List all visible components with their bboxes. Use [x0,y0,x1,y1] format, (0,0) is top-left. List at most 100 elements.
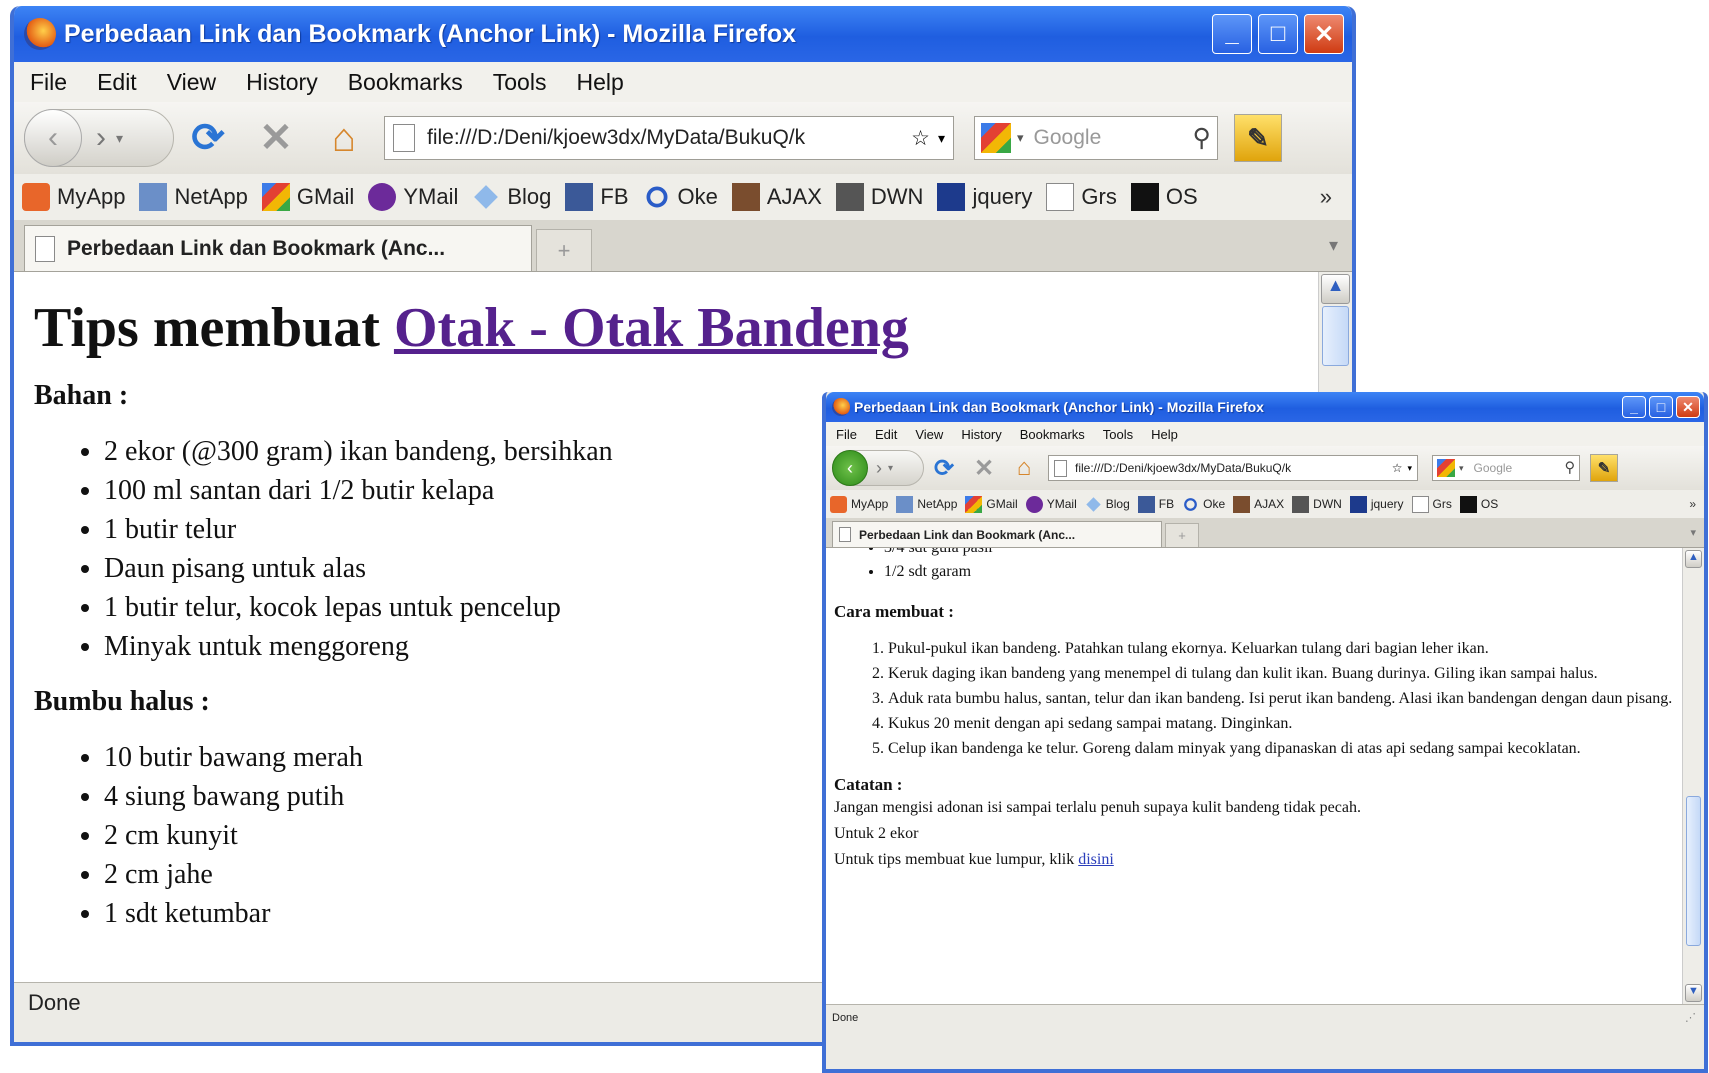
back-button[interactable]: ‹ [832,450,868,486]
stop-button[interactable]: ✕ [242,115,310,161]
bookmark-oke[interactable]: Oke [1182,496,1225,513]
menu-tools[interactable]: Tools [493,69,547,96]
bookmark-myapp[interactable]: MyApp [830,495,888,513]
search-icon[interactable]: ⚲ [1193,123,1211,153]
engine-dropdown-icon[interactable]: ▾ [1459,463,1464,474]
search-box[interactable]: ▾ Google ⚲ [974,116,1218,160]
bookmark-os[interactable]: OS [1130,183,1198,211]
maximize-button[interactable]: □ [1258,14,1298,54]
title-bar[interactable]: Perbedaan Link dan Bookmark (Anchor Link… [14,6,1352,62]
tabs-dropdown-icon[interactable]: ▾ [1329,235,1338,256]
search-icon[interactable]: ⚲ [1564,460,1575,476]
disini-link[interactable]: disini [1078,851,1114,868]
bookmark-gmail[interactable]: GMail [261,183,354,211]
bookmark-blog[interactable]: Blog [1085,496,1130,513]
bookmark-star-icon[interactable]: ☆ [911,126,930,151]
scroll-thumb[interactable] [1686,796,1701,946]
menu-history[interactable]: History [961,427,1001,442]
blog-icon [1086,496,1101,512]
back-forward-group: ‹ › ▾ [832,450,924,486]
bookmark-myapp[interactable]: MyApp [22,183,125,211]
url-dropdown-icon[interactable]: ▾ [938,130,945,147]
menu-bookmarks[interactable]: Bookmarks [348,69,463,96]
bookmark-grs[interactable]: Grs [1411,495,1452,513]
highlighter-icon[interactable]: ✎ [1234,114,1282,162]
more-bookmarks-chevron-icon[interactable]: » [1689,497,1696,511]
home-button[interactable]: ⌂ [1004,454,1044,482]
reload-button[interactable]: ⟳ [924,454,964,483]
vertical-scrollbar[interactable]: ▲ ▼ [1682,548,1704,1004]
reload-button[interactable]: ⟳ [174,115,242,161]
back-button[interactable]: ‹ [24,109,82,167]
menu-file[interactable]: File [836,427,857,442]
resize-grip-icon[interactable]: ⋰ [1685,1011,1696,1024]
scroll-thumb[interactable] [1322,306,1349,366]
new-tab-button[interactable]: + [536,229,592,271]
menu-edit[interactable]: Edit [875,427,897,442]
scroll-down-button[interactable]: ▼ [1685,984,1702,1002]
bookmark-os[interactable]: OS [1459,495,1498,513]
menu-bookmarks[interactable]: Bookmarks [1020,427,1085,442]
bookmark-grs[interactable]: Grs [1046,183,1117,211]
history-dropdown-icon[interactable]: ▾ [888,463,893,474]
highlighter-icon[interactable]: ✎ [1590,454,1618,482]
engine-dropdown-icon[interactable]: ▾ [1017,130,1024,146]
bookmark-jquery[interactable]: jquery [937,183,1032,211]
title-bar[interactable]: Perbedaan Link dan Bookmark (Anchor Link… [826,392,1704,422]
menu-view[interactable]: View [167,69,216,96]
bookmark-netapp[interactable]: NetApp [896,495,957,513]
close-button[interactable]: ✕ [1304,14,1344,54]
scroll-up-button[interactable]: ▲ [1685,550,1702,568]
bookmark-blog[interactable]: Blog [472,183,551,211]
bookmark-star-icon[interactable]: ☆ [1392,461,1403,475]
bookmark-dwn[interactable]: DWN [835,183,923,211]
stop-button[interactable]: ✕ [964,454,1004,483]
bookmark-gmail[interactable]: GMail [965,495,1018,513]
google-engine-icon[interactable] [1437,459,1455,477]
myapp-icon [830,495,847,513]
heading-link[interactable]: Otak - Otak Bandeng [394,297,909,359]
menu-view[interactable]: View [915,427,943,442]
bookmark-fb[interactable]: FB [565,183,629,211]
bookmark-netapp[interactable]: NetApp [139,183,248,211]
bookmark-fb[interactable]: FB [1137,495,1174,513]
page-icon [35,235,55,262]
navigation-toolbar: ‹ › ▾ ⟳ ✕ ⌂ file:///D:/Deni/kjoew3dx/MyD… [826,446,1704,490]
new-tab-button[interactable]: + [1165,523,1199,547]
bookmark-oke[interactable]: Oke [643,183,718,211]
minimize-button[interactable]: _ [1212,14,1252,54]
close-button[interactable]: ✕ [1676,396,1700,418]
tab-active[interactable]: Perbedaan Link dan Bookmark (Anc... [24,225,532,271]
bookmark-jquery[interactable]: jquery [1349,495,1404,513]
search-box[interactable]: ▾ Google ⚲ [1432,455,1580,481]
google-engine-icon[interactable] [981,123,1011,153]
bookmark-ymail[interactable]: YMail [368,183,458,211]
address-bar[interactable]: file:///D:/Deni/kjoew3dx/MyData/BukuQ/k … [384,116,954,160]
bookmark-dwn[interactable]: DWN [1292,495,1342,513]
menu-tools[interactable]: Tools [1103,427,1133,442]
forward-button[interactable]: › [96,121,106,155]
maximize-button[interactable]: □ [1649,396,1673,418]
bookmark-ymail[interactable]: YMail [1025,495,1077,513]
scroll-up-button[interactable]: ▲ [1321,274,1350,304]
window-title: Perbedaan Link dan Bookmark (Anchor Link… [854,399,1264,415]
step-item: Celup ikan bandenga ke telur. Goreng dal… [888,736,1678,761]
bookmark-ajax[interactable]: AJAX [731,183,822,211]
bookmark-ajax[interactable]: AJAX [1233,495,1284,513]
firefox-logo-icon [832,398,850,416]
menu-help[interactable]: Help [1151,427,1178,442]
address-bar[interactable]: file:///D:/Deni/kjoew3dx/MyData/BukuQ/k … [1048,455,1418,481]
home-button[interactable]: ⌂ [310,116,378,161]
forward-button[interactable]: › [876,458,882,479]
url-dropdown-icon[interactable]: ▾ [1407,463,1412,474]
tab-active[interactable]: Perbedaan Link dan Bookmark (Anc... [832,521,1162,547]
menu-edit[interactable]: Edit [97,69,137,96]
search-placeholder: Google [1473,461,1513,475]
menu-file[interactable]: File [30,69,67,96]
minimize-button[interactable]: _ [1622,396,1646,418]
tabs-dropdown-icon[interactable]: ▾ [1690,526,1696,539]
history-dropdown-icon[interactable]: ▾ [116,130,123,147]
more-bookmarks-chevron-icon[interactable]: » [1320,184,1332,210]
menu-help[interactable]: Help [576,69,623,96]
menu-history[interactable]: History [246,69,318,96]
